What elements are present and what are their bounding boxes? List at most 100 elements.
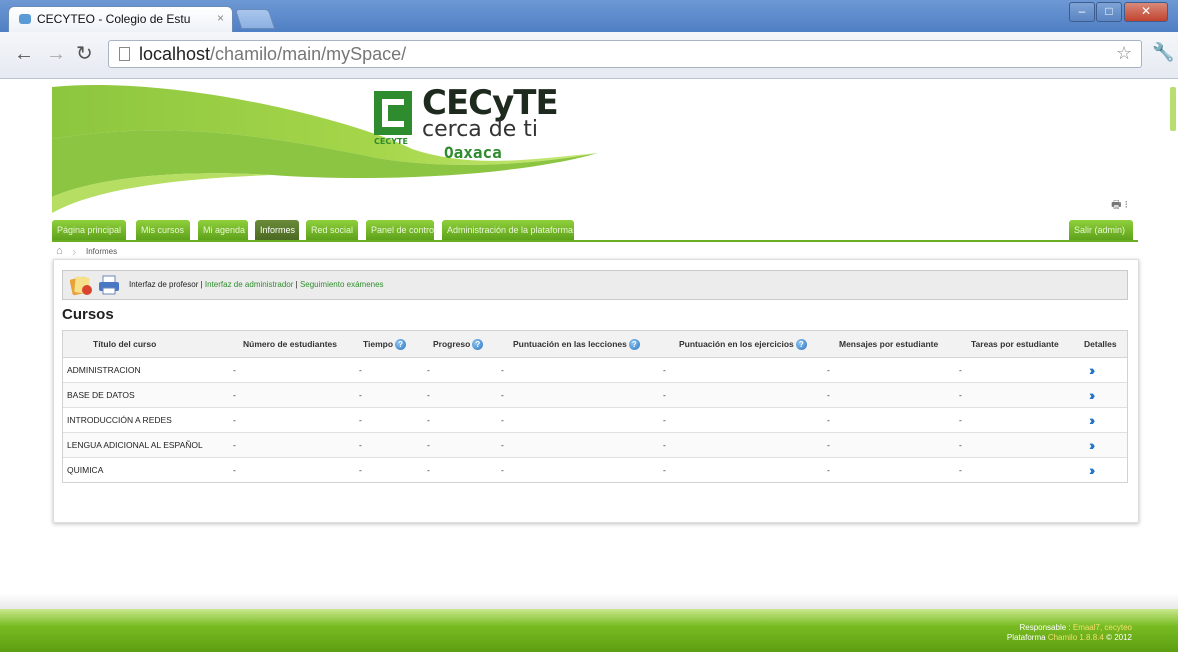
- messages-cell: -: [827, 365, 830, 375]
- browser-titlebar: CECYTEO - Colegio de Estu × – □ ✕: [0, 0, 1178, 32]
- tab-mis-cursos[interactable]: Mis cursos: [136, 220, 190, 240]
- maximize-button[interactable]: □: [1096, 2, 1122, 22]
- progress-cell: -: [427, 465, 430, 475]
- tab-panel-de-control[interactable]: Panel de control: [366, 220, 436, 240]
- details-icon[interactable]: ››: [1089, 388, 1096, 402]
- exercise-score-cell: -: [663, 390, 666, 400]
- details-icon[interactable]: ››: [1089, 363, 1096, 377]
- table-row: ADMINISTRACION - - - - - - - ››: [63, 358, 1127, 383]
- header-lesson-score[interactable]: Puntuación en las lecciones?: [513, 331, 640, 357]
- exercise-score-cell: -: [663, 465, 666, 475]
- reports-panel: Interfaz de profesor | Interfaz de admin…: [53, 259, 1139, 523]
- logout-button[interactable]: Salir (admin): [1069, 220, 1133, 240]
- messages-cell: -: [827, 440, 830, 450]
- table-row: LENGUA ADICIONAL AL ESPAÑOL - - - - - - - ››: [63, 433, 1127, 458]
- header-exercise-score[interactable]: Puntuación en los ejercicios?: [679, 331, 807, 357]
- close-window-button[interactable]: ✕: [1124, 2, 1168, 22]
- header-tasks[interactable]: Tareas por estudiante: [971, 331, 1059, 357]
- footer-responsible-label: Responsable :: [1019, 623, 1071, 632]
- url-text[interactable]: localhost/chamilo/main/mySpace/: [139, 44, 406, 65]
- help-icon[interactable]: ?: [795, 339, 807, 351]
- table-row: QUIMICA - - - - - - - ››: [63, 458, 1127, 482]
- header-students[interactable]: Número de estudiantes: [243, 331, 337, 357]
- reload-icon[interactable]: ↻: [76, 44, 93, 64]
- header-progress[interactable]: Progreso?: [433, 331, 484, 357]
- details-icon[interactable]: ››: [1089, 463, 1096, 477]
- admin-interface-link[interactable]: Interfaz de administrador: [205, 280, 294, 289]
- tab-informes[interactable]: Informes: [255, 220, 299, 240]
- home-icon[interactable]: ⌂: [56, 245, 63, 257]
- time-cell: -: [359, 465, 362, 475]
- tab-pagina-principal[interactable]: Página principal: [52, 220, 126, 240]
- students-cell: -: [233, 465, 236, 475]
- header-course-title[interactable]: Título del curso: [93, 331, 156, 357]
- footer-platform-label: Plataforma: [1006, 633, 1046, 642]
- site-footer: [0, 609, 1178, 652]
- table-header: Título del curso Número de estudiantes T…: [63, 331, 1127, 358]
- tasks-cell: -: [959, 465, 962, 475]
- messages-cell: -: [827, 390, 830, 400]
- course-title-cell: QUIMICA: [67, 465, 104, 475]
- logo-city: Oaxaca: [444, 143, 502, 162]
- actions-bar: Interfaz de profesor | Interfaz de admin…: [62, 270, 1128, 300]
- footer-responsible-link[interactable]: Emaal7, cecyteo: [1073, 623, 1132, 632]
- browser-toolbar: ← → ↻ localhost/chamilo/main/mySpace/ ☆ …: [0, 32, 1178, 79]
- tasks-cell: -: [959, 390, 962, 400]
- tab-red-social[interactable]: Red social: [306, 220, 358, 240]
- time-cell: -: [359, 415, 362, 425]
- back-icon[interactable]: ←: [14, 44, 34, 64]
- address-bar[interactable]: localhost/chamilo/main/mySpace/: [108, 40, 1142, 68]
- footer-platform-link[interactable]: Chamilo 1.8.8.4: [1048, 633, 1104, 642]
- teacher-interface-label: Interfaz de profesor: [129, 280, 199, 289]
- footer-text: Responsable : Emaal7, cecyteo Plataforma…: [1007, 623, 1132, 643]
- time-cell: -: [359, 440, 362, 450]
- progress-cell: -: [427, 415, 430, 425]
- scroll-indicator[interactable]: [1170, 87, 1176, 131]
- header-swoosh: [52, 84, 598, 213]
- browser-tab[interactable]: CECYTEO - Colegio de Estu ×: [8, 6, 233, 32]
- footer-shade: [0, 593, 1178, 609]
- tasks-cell: -: [959, 440, 962, 450]
- lesson-score-cell: -: [501, 365, 504, 375]
- lesson-score-cell: -: [501, 415, 504, 425]
- help-icon[interactable]: ?: [472, 339, 484, 351]
- help-icon[interactable]: ?: [628, 339, 640, 351]
- messages-cell: -: [827, 415, 830, 425]
- courses-table: Título del curso Número de estudiantes T…: [62, 330, 1128, 483]
- exercise-score-cell: -: [663, 365, 666, 375]
- lesson-score-cell: -: [501, 465, 504, 475]
- students-cell: -: [233, 440, 236, 450]
- exams-tracking-link[interactable]: Seguimiento exámenes: [300, 280, 384, 289]
- bookmark-star-icon[interactable]: ☆: [1116, 43, 1132, 64]
- print-icon[interactable]: [97, 274, 121, 296]
- tab-administracion[interactable]: Administración de la plataforma: [442, 220, 574, 240]
- minimize-button[interactable]: –: [1069, 2, 1095, 22]
- logo-small-text: CECYTE: [374, 137, 408, 146]
- new-tab-button[interactable]: [234, 9, 276, 29]
- header-messages[interactable]: Mensajes por estudiante: [839, 331, 938, 357]
- tab-mi-agenda[interactable]: Mi agenda: [198, 220, 248, 240]
- help-icon[interactable]: ?: [395, 339, 407, 351]
- courses-report-icon[interactable]: [69, 274, 93, 296]
- tasks-cell: -: [959, 415, 962, 425]
- details-icon[interactable]: ››: [1089, 413, 1096, 427]
- site-header: CECYTE CECyTE cerca de ti Oaxaca 🖶 ⁝: [52, 79, 1138, 213]
- progress-cell: -: [427, 365, 430, 375]
- header-time[interactable]: Tiempo?: [363, 331, 407, 357]
- course-title-cell: INTRODUCCIÓN A REDES: [67, 415, 172, 425]
- footer-copyright: © 2012: [1106, 633, 1132, 642]
- tab-close-icon[interactable]: ×: [217, 11, 224, 25]
- printer-icon[interactable]: 🖶 ⁝: [1111, 196, 1128, 215]
- lesson-score-cell: -: [501, 390, 504, 400]
- course-title-cell: ADMINISTRACION: [67, 365, 141, 375]
- logo-subtitle: cerca de ti: [422, 117, 538, 142]
- forward-icon[interactable]: →: [46, 44, 66, 64]
- wrench-icon[interactable]: 🔧: [1152, 42, 1174, 63]
- courses-heading: Cursos: [62, 306, 114, 323]
- details-icon[interactable]: ››: [1089, 438, 1096, 452]
- page-viewport: CECYTE CECyTE cerca de ti Oaxaca 🖶 ⁝ Pág…: [0, 79, 1178, 652]
- main-nav: Página principal Mis cursos Mi agenda In…: [52, 220, 1138, 240]
- exercise-score-cell: -: [663, 415, 666, 425]
- tasks-cell: -: [959, 365, 962, 375]
- logo-mark-icon: [374, 91, 412, 135]
